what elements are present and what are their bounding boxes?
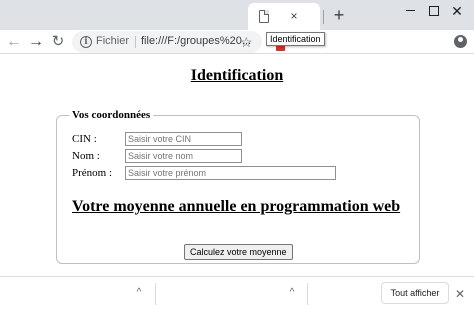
back-button[interactable]: ← bbox=[4, 32, 24, 52]
info-icon[interactable]: i bbox=[80, 36, 92, 48]
average-heading: Votre moyenne annuelle en programmation … bbox=[72, 198, 401, 215]
tab-tooltip: Identification bbox=[266, 32, 325, 46]
download-shelf: ^ ^ Tout afficher ✕ bbox=[0, 276, 474, 310]
fieldset-legend: Vos coordonnées bbox=[72, 109, 151, 121]
bookmark-star-icon[interactable]: ☆ bbox=[240, 33, 253, 51]
browser-toolbar: ← → ↻ i Fichier file:///F:/groupes%20...… bbox=[0, 30, 474, 54]
scheme-label: Fichier bbox=[96, 35, 130, 47]
prenom-input[interactable] bbox=[125, 166, 336, 180]
nom-input[interactable] bbox=[125, 149, 242, 163]
address-bar[interactable]: i Fichier file:///F:/groupes%20... bbox=[72, 31, 262, 53]
shelf-separator bbox=[307, 283, 308, 305]
page-content: Identification Vos coordonnées CIN : Nom… bbox=[0, 55, 474, 276]
chevron-up-icon[interactable]: ^ bbox=[285, 285, 299, 301]
nom-label: Nom : bbox=[72, 150, 100, 162]
document-icon bbox=[259, 10, 269, 23]
omnibox-separator bbox=[135, 36, 136, 48]
prenom-label: Prénom : bbox=[72, 167, 113, 179]
browser-tab[interactable]: × bbox=[248, 3, 320, 30]
cin-input[interactable] bbox=[125, 132, 242, 146]
shelf-separator bbox=[155, 283, 156, 305]
new-tab-button[interactable]: + bbox=[330, 6, 348, 24]
tab-separator bbox=[323, 10, 324, 24]
chevron-up-icon[interactable]: ^ bbox=[132, 285, 146, 301]
cin-label: CIN : bbox=[72, 133, 97, 145]
tab-close-icon[interactable]: × bbox=[286, 8, 302, 24]
window-close-button[interactable]: ✕ bbox=[440, 0, 474, 22]
forward-button[interactable]: → bbox=[26, 32, 46, 52]
tab-strip: × + ✕ bbox=[0, 0, 474, 30]
coordinates-fieldset: Vos coordonnées CIN : Nom : Prénom : Vot… bbox=[56, 109, 420, 264]
close-icon[interactable]: ✕ bbox=[452, 286, 468, 302]
calculate-average-button[interactable]: Calculez votre moyenne bbox=[184, 244, 293, 260]
reload-button[interactable]: ↻ bbox=[48, 32, 68, 52]
account-icon[interactable] bbox=[454, 35, 467, 48]
page-title: Identification bbox=[190, 67, 284, 84]
show-all-downloads-button[interactable]: Tout afficher bbox=[381, 282, 449, 304]
